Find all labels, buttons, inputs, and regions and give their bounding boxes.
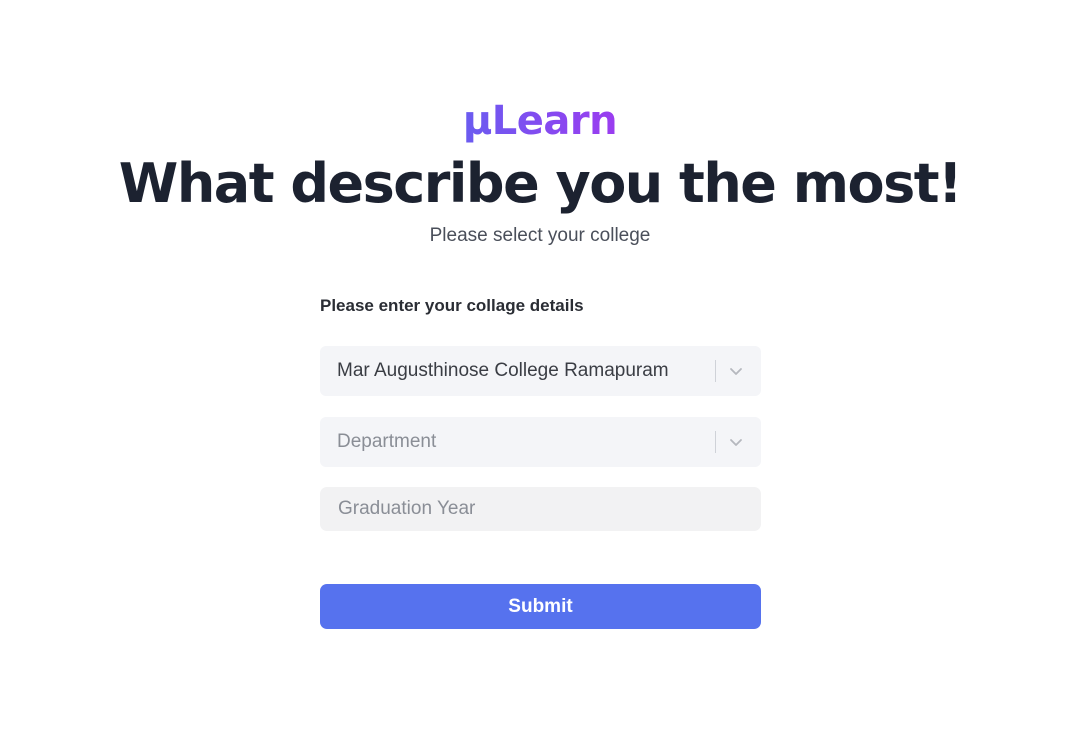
college-select-value: Mar Augusthinose College Ramapuram <box>337 360 669 381</box>
select-separator <box>715 360 716 382</box>
mulearn-logo: μLearn <box>0 96 1080 148</box>
department-select-placeholder: Department <box>337 431 437 452</box>
logo-text: μLearn <box>463 98 617 144</box>
page-subtitle: Please select your college <box>429 225 651 246</box>
select-separator <box>715 431 716 453</box>
form-label: Please enter your collage details <box>320 296 584 315</box>
logo-graphic: μLearn <box>463 98 618 144</box>
graduation-year-input[interactable] <box>320 487 761 531</box>
submit-button[interactable]: Submit <box>320 584 761 629</box>
college-details-form: Please enter your collage details Mar Au… <box>320 294 761 629</box>
department-select[interactable]: Department <box>320 417 761 467</box>
chevron-down-icon[interactable] <box>726 361 746 381</box>
page: μLearn What describe you the most! Pleas… <box>0 0 1080 754</box>
college-select[interactable]: Mar Augusthinose College Ramapuram <box>320 346 761 396</box>
chevron-down-icon[interactable] <box>726 432 746 452</box>
page-title: What describe you the most! <box>118 152 963 215</box>
